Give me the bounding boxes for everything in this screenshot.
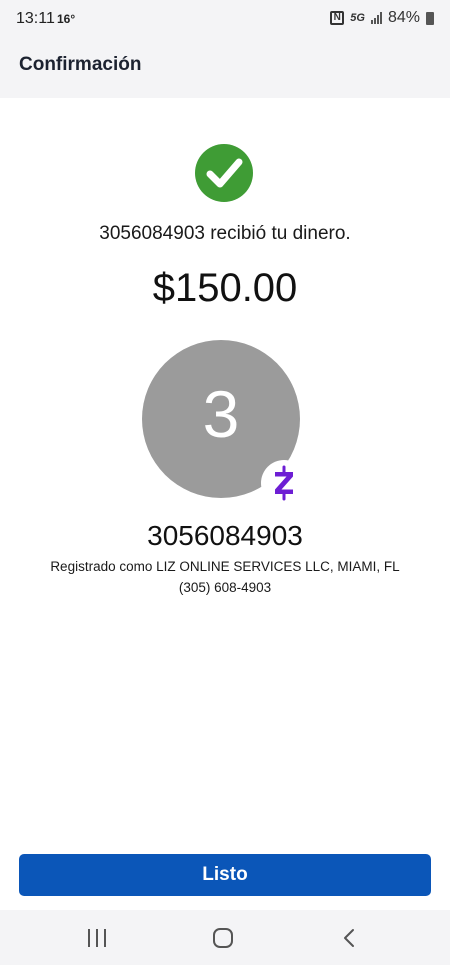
battery-icon: [426, 11, 434, 25]
back-chevron-icon[interactable]: [340, 927, 360, 949]
page-title: Confirmación: [19, 54, 142, 75]
avatar-initial: 3: [202, 377, 240, 451]
confirmation-message: 3056084903 recibió tu dinero.: [99, 223, 351, 244]
app-header: Confirmación: [0, 40, 450, 98]
signal-icon: [370, 12, 382, 24]
network-type: 5G: [350, 12, 365, 24]
status-temperature: 16°: [57, 12, 76, 26]
recipient-phone: (305) 608-4903: [178, 580, 272, 595]
status-indicators: N 5G 84%: [330, 9, 434, 27]
home-icon[interactable]: [213, 928, 233, 948]
registered-as: Registrado como LIZ ONLINE SERVICES LLC,…: [50, 559, 400, 574]
recipient-name: 3056084903: [147, 520, 303, 551]
zelle-logo-icon: [261, 460, 307, 506]
check-circle-icon: [195, 144, 253, 202]
status-bar: 13:11 16° N 5G 84%: [0, 0, 450, 40]
status-time: 13:11: [16, 10, 55, 27]
recents-icon[interactable]: [86, 929, 108, 947]
system-nav-bar: [0, 910, 450, 965]
amount-sent: $150.00: [152, 266, 298, 310]
nfc-icon: N: [330, 11, 345, 25]
battery-percent: 84%: [387, 9, 420, 26]
done-button[interactable]: Listo: [19, 854, 431, 896]
